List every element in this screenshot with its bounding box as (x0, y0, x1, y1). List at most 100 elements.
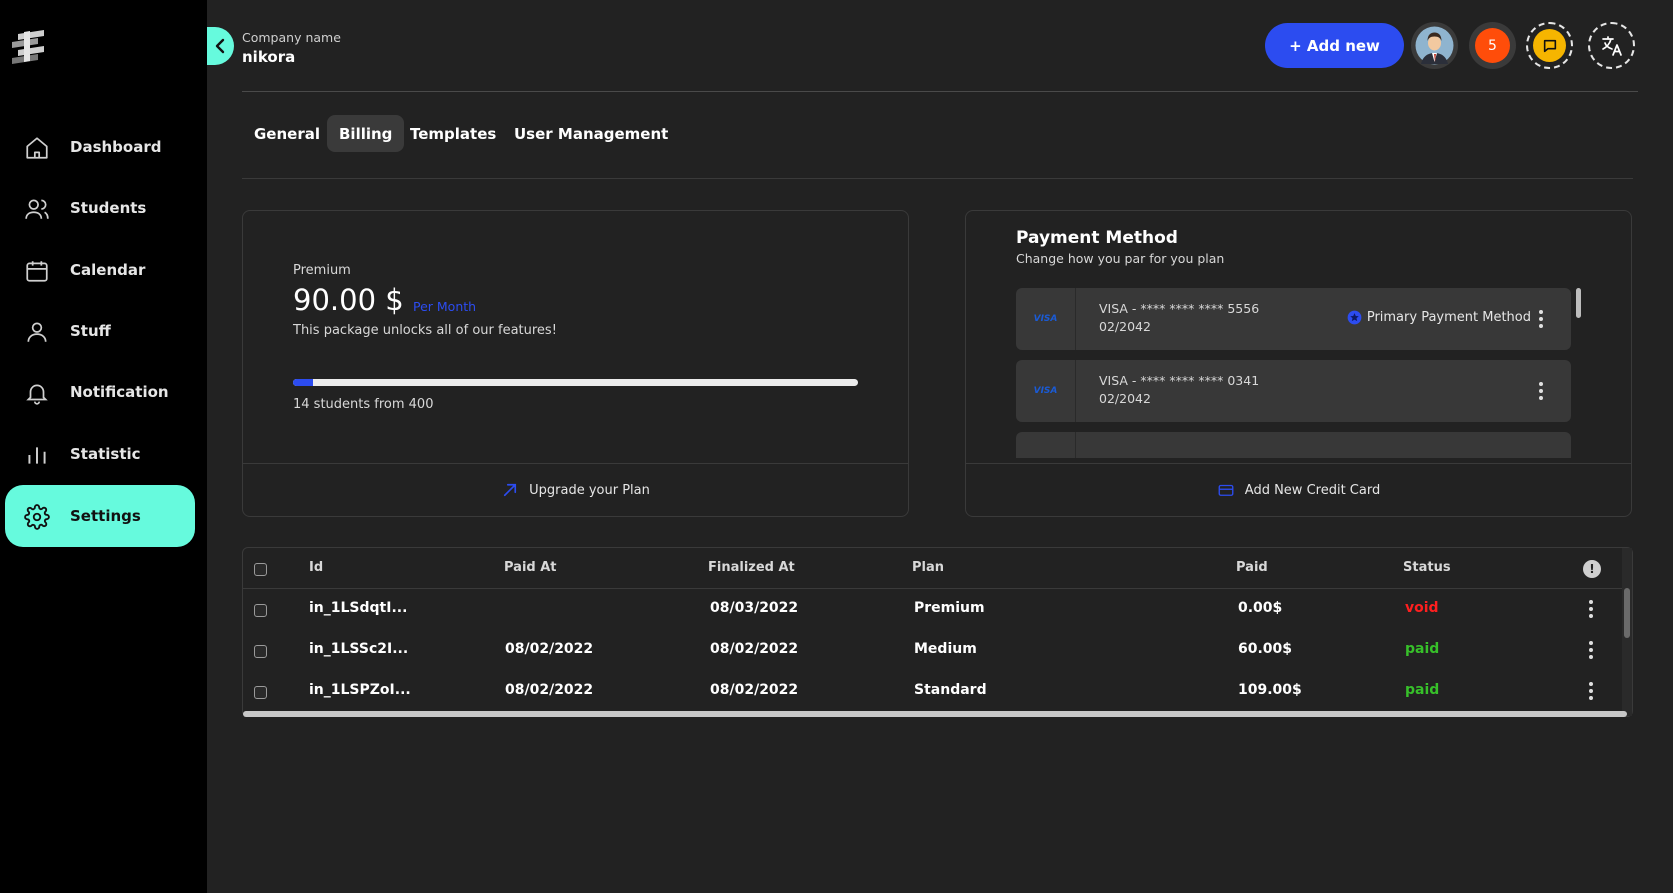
sidebar-item-settings[interactable]: Settings (5, 485, 195, 547)
invoice-finalized-at: 08/03/2022 (710, 600, 799, 616)
invoice-plan: Premium (914, 600, 985, 616)
sidebar-item-label: Notification (70, 383, 169, 401)
row-checkbox[interactable] (254, 686, 267, 699)
chat-icon (1533, 29, 1566, 62)
sidebar-item-notification[interactable]: Notification (5, 361, 195, 423)
row-more-button[interactable] (1588, 641, 1594, 663)
column-header-plan[interactable]: Plan (912, 560, 944, 575)
column-header-finalized-at[interactable]: Finalized At (708, 560, 795, 575)
column-header-paid-at[interactable]: Paid At (504, 560, 557, 575)
plan-card: Premium 90.00 $ Per Month This package u… (242, 210, 909, 517)
credit-card-item[interactable]: VISA VISA - **** **** **** 5556 02/2042 … (1016, 288, 1571, 350)
translate-button[interactable] (1588, 22, 1635, 69)
upgrade-plan-label: Upgrade your Plan (529, 482, 650, 498)
table-vertical-scrollbar[interactable] (1624, 588, 1630, 638)
column-header-status[interactable]: Status (1403, 560, 1451, 575)
company-label: Company name (242, 30, 341, 45)
tab-user-management[interactable]: User Management (502, 115, 680, 152)
plan-name: Premium (293, 263, 351, 278)
payment-method-title: Payment Method (1016, 228, 1178, 248)
credit-card-item[interactable] (1016, 432, 1571, 458)
app-root: Dashboard Students Calendar Stuff Notifi… (0, 0, 1673, 893)
row-more-button[interactable] (1588, 682, 1594, 704)
sidebar-item-label: Calendar (70, 261, 146, 279)
payment-method-subtitle: Change how you par for you plan (1016, 251, 1225, 266)
sidebar-item-stuff[interactable]: Stuff (5, 300, 195, 362)
sidebar-item-label: Students (70, 199, 147, 217)
plan-period: Per Month (413, 299, 477, 314)
sidebar-item-label: Settings (70, 507, 141, 525)
notification-count: 5 (1475, 28, 1510, 63)
info-icon[interactable]: ! (1583, 560, 1601, 578)
sidebar-collapse-button[interactable] (207, 27, 234, 65)
invoice-status: void (1405, 600, 1439, 616)
logo (10, 28, 48, 64)
sidebar-item-statistic[interactable]: Statistic (5, 423, 195, 485)
invoice-paid-at: 08/02/2022 (505, 682, 594, 698)
primary-payment-label: Primary Payment Method (1366, 310, 1531, 325)
card-expiry: 02/2042 (1099, 391, 1151, 406)
invoice-id[interactable]: in_1LSPZoI... (309, 682, 411, 698)
card-more-button[interactable] (1538, 382, 1544, 404)
card-expiry: 02/2042 (1099, 319, 1151, 334)
invoice-plan: Medium (914, 641, 977, 657)
calendar-icon (24, 258, 50, 284)
progress-fill (293, 379, 313, 386)
card-list-scrollbar[interactable] (1576, 288, 1581, 318)
avatar[interactable] (1411, 22, 1458, 69)
tabs-divider (242, 178, 1633, 179)
invoice-plan: Standard (914, 682, 987, 698)
invoice-paid-at: 08/02/2022 (505, 641, 594, 657)
avatar-image (1415, 26, 1454, 65)
add-credit-card-label: Add New Credit Card (1244, 482, 1381, 498)
invoice-id[interactable]: in_1LSdqtI... (309, 600, 407, 616)
chevron-left-icon (215, 38, 225, 54)
invoice-id[interactable]: in_1LSSc2I... (309, 641, 408, 657)
translate-icon (1601, 35, 1622, 56)
sidebar-item-label: Stuff (70, 322, 111, 340)
sidebar-item-dashboard[interactable]: Dashboard (5, 116, 195, 178)
column-header-paid[interactable]: Paid (1236, 560, 1268, 575)
invoice-finalized-at: 08/02/2022 (710, 682, 799, 698)
credit-card-list: VISA VISA - **** **** **** 5556 02/2042 … (1016, 288, 1571, 458)
invoice-status: paid (1405, 641, 1440, 657)
card-more-button[interactable] (1538, 310, 1544, 332)
chat-button[interactable] (1526, 22, 1573, 69)
notification-badge[interactable]: 5 (1469, 22, 1516, 69)
tab-billing[interactable]: Billing (327, 115, 405, 152)
tab-general[interactable]: General (242, 115, 332, 152)
invoices-table: Id Paid At Finalized At Plan Paid Status… (242, 547, 1633, 717)
gear-icon (24, 504, 50, 530)
sidebar-item-label: Statistic (70, 445, 141, 463)
row-more-button[interactable] (1588, 600, 1594, 622)
sidebar-item-calendar[interactable]: Calendar (5, 239, 195, 301)
add-credit-card-button[interactable]: Add New Credit Card (966, 463, 1631, 516)
bar-chart-icon (24, 442, 50, 468)
user-icon (24, 319, 50, 345)
credit-card-item[interactable]: VISA VISA - **** **** **** 0341 02/2042 (1016, 360, 1571, 422)
primary-payment-badge: Primary Payment Method (1347, 310, 1531, 325)
card-number: VISA - **** **** **** 0341 (1099, 373, 1260, 388)
arrow-up-right-icon (504, 483, 517, 497)
plan-price: 90.00 $ (293, 283, 404, 317)
invoice-status: paid (1405, 682, 1440, 698)
upgrade-plan-button[interactable]: Upgrade your Plan (243, 463, 908, 516)
sidebar-item-students[interactable]: Students (5, 177, 195, 239)
tab-templates[interactable]: Templates (398, 115, 508, 152)
users-icon (24, 196, 50, 222)
invoice-finalized-at: 08/02/2022 (710, 641, 799, 657)
column-header-id[interactable]: Id (309, 560, 323, 575)
visa-logo: VISA (1016, 360, 1076, 422)
add-new-button[interactable]: + Add new (1265, 23, 1404, 68)
students-progress-bar (293, 379, 858, 386)
home-icon (24, 135, 50, 161)
star-badge-icon (1347, 310, 1362, 325)
invoice-paid: 60.00$ (1238, 641, 1293, 657)
invoice-paid: 0.00$ (1238, 600, 1283, 616)
header-divider (243, 588, 1632, 589)
row-checkbox[interactable] (254, 645, 267, 658)
table-horizontal-scrollbar[interactable] (243, 711, 1627, 717)
select-all-checkbox[interactable] (254, 563, 267, 576)
sidebar-item-label: Dashboard (70, 138, 162, 156)
row-checkbox[interactable] (254, 604, 267, 617)
